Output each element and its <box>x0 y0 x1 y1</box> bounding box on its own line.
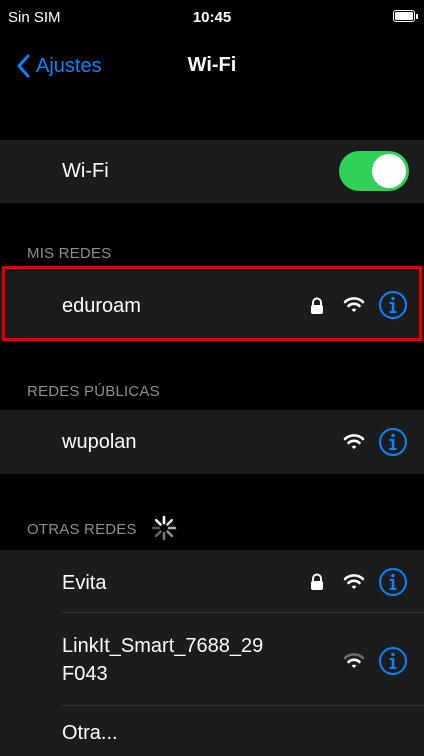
status-bar: Sin SIM 10:45 <box>0 0 424 34</box>
network-row-evita[interactable]: Evita <box>0 550 424 612</box>
info-icon[interactable] <box>378 427 408 457</box>
battery-icon <box>393 10 415 22</box>
wifi-icon <box>343 434 365 449</box>
page-title: Wi-Fi <box>187 54 237 76</box>
network-name: Evita <box>62 572 107 594</box>
network-row-linkit[interactable]: LinkIt_Smart_7688_29 F043 <box>0 613 424 705</box>
wifi-weak-icon <box>343 653 365 668</box>
spinner-icon <box>151 515 177 541</box>
network-row-wupolan[interactable]: wupolan <box>0 410 424 474</box>
wifi-icon <box>343 297 365 312</box>
info-icon[interactable] <box>378 646 408 676</box>
wifi-label: Wi-Fi <box>62 160 109 182</box>
status-time: 10:45 <box>192 9 232 26</box>
other-network-label: Otra... <box>62 722 118 744</box>
navigation-bar: Ajustes Wi-Fi <box>0 34 424 104</box>
network-name-line2: F043 <box>62 663 108 685</box>
network-name: eduroam <box>62 295 141 317</box>
network-row-eduroam[interactable]: eduroam <box>0 271 424 339</box>
network-name: wupolan <box>62 431 137 453</box>
wifi-toggle-row: Wi-Fi <box>0 140 424 203</box>
info-icon[interactable] <box>378 567 408 597</box>
wifi-icon <box>343 574 365 589</box>
wifi-toggle[interactable] <box>339 151 409 191</box>
network-name-line1: LinkIt_Smart_7688_29 <box>62 635 264 657</box>
network-row-other[interactable]: Otra... <box>0 706 424 756</box>
info-icon[interactable] <box>378 290 408 320</box>
other-networks-list: Evita LinkIt_Smart_7688_29 F043 Otra... <box>0 550 424 756</box>
toggle-knob <box>372 154 406 188</box>
lock-icon <box>311 297 323 314</box>
section-header-other-networks: OTRAS REDES <box>27 521 137 538</box>
section-header-public-networks: REDES PÚBLICAS <box>27 383 160 400</box>
lock-icon <box>311 573 323 590</box>
section-header-my-networks: MIS REDES <box>27 245 112 262</box>
